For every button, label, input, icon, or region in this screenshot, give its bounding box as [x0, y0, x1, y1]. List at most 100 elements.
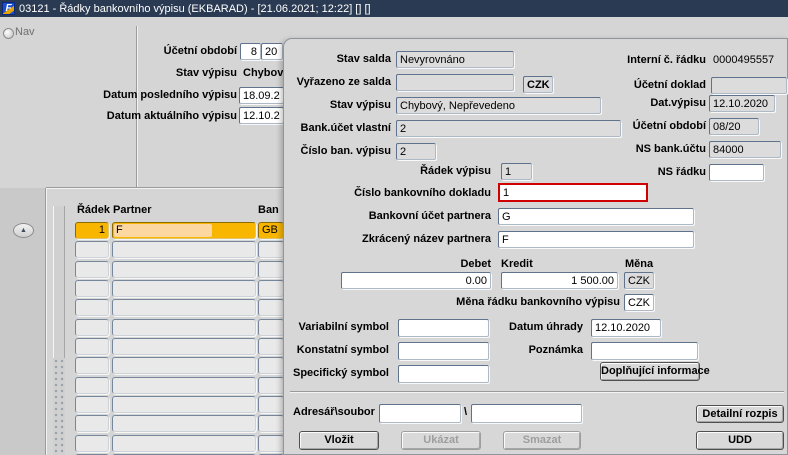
- vlozit-button[interactable]: Vložit: [299, 431, 379, 450]
- dlg-stav-vypisu-field: Chybový, Nepřevedeno: [396, 97, 601, 114]
- stav-salda-field: Nevyrovnáno: [396, 51, 514, 68]
- dialog-separator: [290, 391, 784, 393]
- dlg-ucetni-obdobi-label: Účetní období: [632, 120, 706, 132]
- mena-radku-label: Měna řádku bankovního výpisu: [456, 296, 620, 308]
- stav-salda-label: Stav salda: [336, 53, 391, 65]
- table-cell[interactable]: [75, 357, 109, 375]
- debet-field[interactable]: 0.00: [341, 272, 491, 289]
- udd-button[interactable]: UDD: [696, 431, 784, 450]
- window-title: 03121 - Řádky bankovního výpisu (EKBARAD…: [19, 2, 371, 15]
- table-cell[interactable]: [112, 318, 256, 336]
- grid-header-partner: Partner: [113, 204, 152, 216]
- ukazat-button: Ukázat: [401, 431, 481, 450]
- kredit-label: Kredit: [501, 258, 533, 270]
- table-cell[interactable]: [258, 376, 284, 394]
- table-cell[interactable]: [112, 260, 256, 278]
- table-cell[interactable]: [258, 357, 284, 375]
- doplnujici-informace-button[interactable]: Doplňující informace: [600, 362, 710, 381]
- table-cell[interactable]: [75, 395, 109, 413]
- table-cell[interactable]: [258, 415, 284, 433]
- ucetni-obdobi-month-field[interactable]: 8: [240, 43, 261, 60]
- table-cell[interactable]: [75, 318, 109, 336]
- vyrazeno-field: [396, 74, 514, 91]
- table-cell[interactable]: [112, 241, 256, 259]
- table-cell-partner[interactable]: F: [112, 222, 256, 239]
- table-cell[interactable]: [258, 279, 284, 297]
- table-cell[interactable]: [258, 434, 284, 452]
- table-cell[interactable]: [112, 299, 256, 317]
- table-cell[interactable]: [75, 299, 109, 317]
- adresar-field-2[interactable]: [471, 404, 582, 423]
- ucetni-obdobi-label: Účetní období: [163, 45, 237, 57]
- bank-ucet-partnera-field[interactable]: G: [498, 208, 694, 225]
- zkraceny-nazev-field[interactable]: F: [498, 231, 694, 248]
- bank-ucet-partnera-label: Bankovní účet partnera: [368, 210, 491, 222]
- app-window: F 03121 - Řádky bankovního výpisu (EKBAR…: [0, 0, 788, 455]
- cislo-dokladu-field[interactable]: 1: [498, 183, 648, 202]
- table-cell[interactable]: [75, 434, 109, 452]
- variabilni-symbol-field[interactable]: [398, 319, 489, 337]
- stav-vypisu-value: Chybov: [243, 67, 284, 79]
- bank-ucet-vlastni-label: Bank.účet vlastní: [300, 122, 391, 134]
- table-cell[interactable]: [112, 415, 256, 433]
- table-cell[interactable]: [112, 337, 256, 355]
- table-cell[interactable]: [112, 279, 256, 297]
- grid-top-divider: [46, 187, 283, 188]
- table-cell[interactable]: [75, 376, 109, 394]
- table-cell[interactable]: [112, 395, 256, 413]
- stav-vypisu-label: Stav výpisu: [175, 67, 237, 79]
- detailni-rozpis-button[interactable]: Detailní rozpis: [696, 405, 784, 423]
- poznamka-field[interactable]: [591, 342, 698, 360]
- ns-radku-label: NS řádku: [657, 166, 706, 178]
- table-cell[interactable]: [112, 376, 256, 394]
- table-cell[interactable]: [75, 337, 109, 355]
- vyrazeno-label: Vyřazeno ze salda: [296, 76, 391, 88]
- dlg-stav-vypisu-label: Stav výpisu: [329, 99, 391, 111]
- table-cell[interactable]: [112, 357, 256, 375]
- adresar-field-1[interactable]: [379, 404, 461, 423]
- mena-field: CZK: [624, 272, 654, 289]
- dlg-ucetni-obdobi-field: 08/20: [709, 118, 759, 135]
- vyrazeno-currency-field: CZK: [523, 76, 553, 93]
- datum-uhrady-label: Datum úhrady: [509, 321, 583, 333]
- dat-vypisu-label: Dat.výpisu: [650, 97, 706, 109]
- zkraceny-nazev-label: Zkrácený název partnera: [361, 233, 491, 245]
- ns-radku-field[interactable]: [709, 164, 764, 181]
- table-cell[interactable]: [75, 260, 109, 278]
- table-cell[interactable]: [258, 260, 284, 278]
- adresar-separator: \: [464, 406, 468, 418]
- table-cell-bank[interactable]: GB: [258, 222, 284, 239]
- table-cell[interactable]: [258, 241, 284, 259]
- datum-aktualniho-label: Datum aktuálního výpisu: [106, 110, 237, 122]
- table-cell[interactable]: [258, 337, 284, 355]
- ucetni-doklad-label: Účetní doklad: [633, 79, 706, 91]
- datum-uhrady-field[interactable]: 12.10.2020: [591, 319, 661, 337]
- ucetni-doklad-field: [711, 77, 787, 94]
- mena-radku-field[interactable]: CZK: [624, 294, 654, 311]
- table-cell[interactable]: [75, 415, 109, 433]
- specificky-symbol-field[interactable]: [398, 365, 489, 383]
- specificky-symbol-label: Specifický symbol: [293, 367, 389, 379]
- cell-selection-highlight: [114, 224, 212, 237]
- table-cell[interactable]: [75, 279, 109, 297]
- table-cell-radek[interactable]: 1: [75, 222, 109, 239]
- table-cell[interactable]: [258, 395, 284, 413]
- grid-header-bank: Ban: [258, 204, 279, 216]
- konstatni-symbol-field[interactable]: [398, 342, 489, 360]
- ucetni-obdobi-year-field[interactable]: 20: [261, 43, 283, 60]
- table-cell[interactable]: [112, 434, 256, 452]
- dat-vypisu-field: 12.10.2020: [709, 95, 775, 112]
- datum-aktualniho-field[interactable]: 12.10.2: [239, 107, 284, 124]
- detail-dialog: Stav salda Nevyrovnáno Vyřazeno ze salda…: [283, 38, 788, 455]
- cislo-ban-vypisu-label: Číslo ban. výpisu: [300, 145, 391, 157]
- variabilni-symbol-label: Variabilní symbol: [298, 321, 389, 333]
- ns-bank-uctu-field: 84000: [709, 141, 781, 158]
- mena-label: Měna: [625, 258, 654, 270]
- table-cell[interactable]: [75, 241, 109, 259]
- cislo-dokladu-label: Číslo bankovního dokladu: [354, 187, 491, 199]
- table-cell[interactable]: [258, 299, 284, 317]
- nav-radio[interactable]: [3, 28, 14, 39]
- datum-posledniho-field[interactable]: 18.09.2: [239, 87, 284, 104]
- kredit-field[interactable]: 1 500.00: [501, 272, 618, 289]
- table-cell[interactable]: [258, 318, 284, 336]
